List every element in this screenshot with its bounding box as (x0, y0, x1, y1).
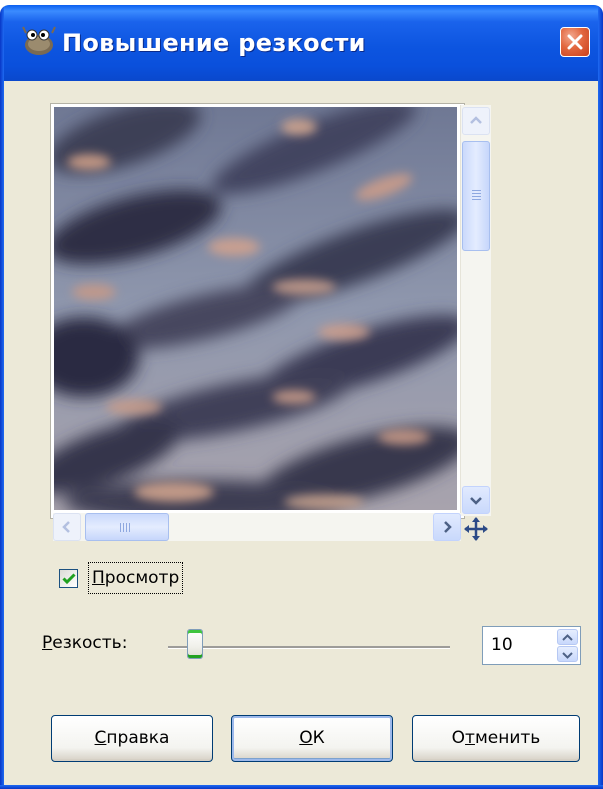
close-button[interactable] (560, 27, 590, 57)
sharpness-spinbox[interactable]: 10 (482, 626, 581, 665)
sharpen-dialog-window: Повышение резкости Просмотр Резкость: 10… (0, 5, 603, 789)
ok-button[interactable]: ОК (231, 715, 393, 762)
checkmark-icon (62, 573, 76, 585)
sharpness-value[interactable]: 10 (491, 635, 513, 655)
mnemonic: т (465, 728, 475, 748)
cancel-button[interactable]: Отменить (412, 715, 580, 762)
arrow-down-icon (562, 652, 573, 659)
button-text: К (312, 728, 325, 748)
title-bar[interactable]: Повышение резкости (0, 5, 603, 81)
mnemonic: П (92, 568, 105, 588)
sky-clouds-image (54, 107, 457, 510)
button-text: правка (106, 728, 170, 748)
arrow-right-icon (444, 521, 452, 533)
preview-checkbox[interactable] (59, 569, 78, 588)
window-border-left (0, 5, 4, 789)
preview-horizontal-scrollbar[interactable] (53, 513, 461, 541)
scroll-left-button[interactable] (53, 513, 81, 541)
preview-vertical-scrollbar[interactable] (460, 105, 491, 516)
mnemonic: О (299, 728, 313, 748)
sharpness-slider-thumb[interactable] (187, 629, 203, 659)
label-text: езкость: (52, 633, 128, 653)
spin-down-button[interactable] (557, 646, 578, 662)
close-icon (567, 34, 583, 50)
preview-frame (50, 103, 465, 519)
scroll-up-button[interactable] (462, 107, 490, 135)
label-text: росмотр (104, 568, 180, 588)
scroll-right-button[interactable] (433, 513, 461, 541)
scroll-down-button[interactable] (462, 486, 490, 514)
arrow-left-icon (62, 521, 70, 533)
sharpness-label: Резкость: (42, 633, 127, 653)
vertical-scroll-thumb[interactable] (462, 141, 490, 251)
spin-up-button[interactable] (557, 629, 578, 645)
arrow-up-icon (470, 116, 482, 124)
arrow-down-icon (470, 497, 482, 505)
dialog-content: Просмотр Резкость: 10 Справка ОК Отменит… (4, 81, 598, 785)
grip-icon (120, 523, 130, 532)
window-border-right (598, 5, 603, 789)
sharpness-slider-track[interactable] (168, 646, 450, 649)
mnemonic: С (94, 728, 107, 748)
preview-checkbox-label[interactable]: Просмотр (88, 562, 184, 594)
help-button[interactable]: Справка (51, 715, 213, 762)
window-border-bottom (0, 785, 603, 789)
window-title: Повышение резкости (62, 29, 366, 57)
button-text: менить (474, 728, 541, 748)
move-navigate-icon[interactable] (463, 516, 489, 542)
grip-icon (472, 190, 481, 202)
gimp-wilber-icon (22, 26, 56, 55)
preview-image[interactable] (54, 107, 457, 510)
horizontal-scroll-thumb[interactable] (85, 513, 169, 541)
button-text: О (451, 728, 466, 748)
mnemonic: Р (42, 633, 53, 653)
arrow-up-icon (562, 634, 573, 641)
